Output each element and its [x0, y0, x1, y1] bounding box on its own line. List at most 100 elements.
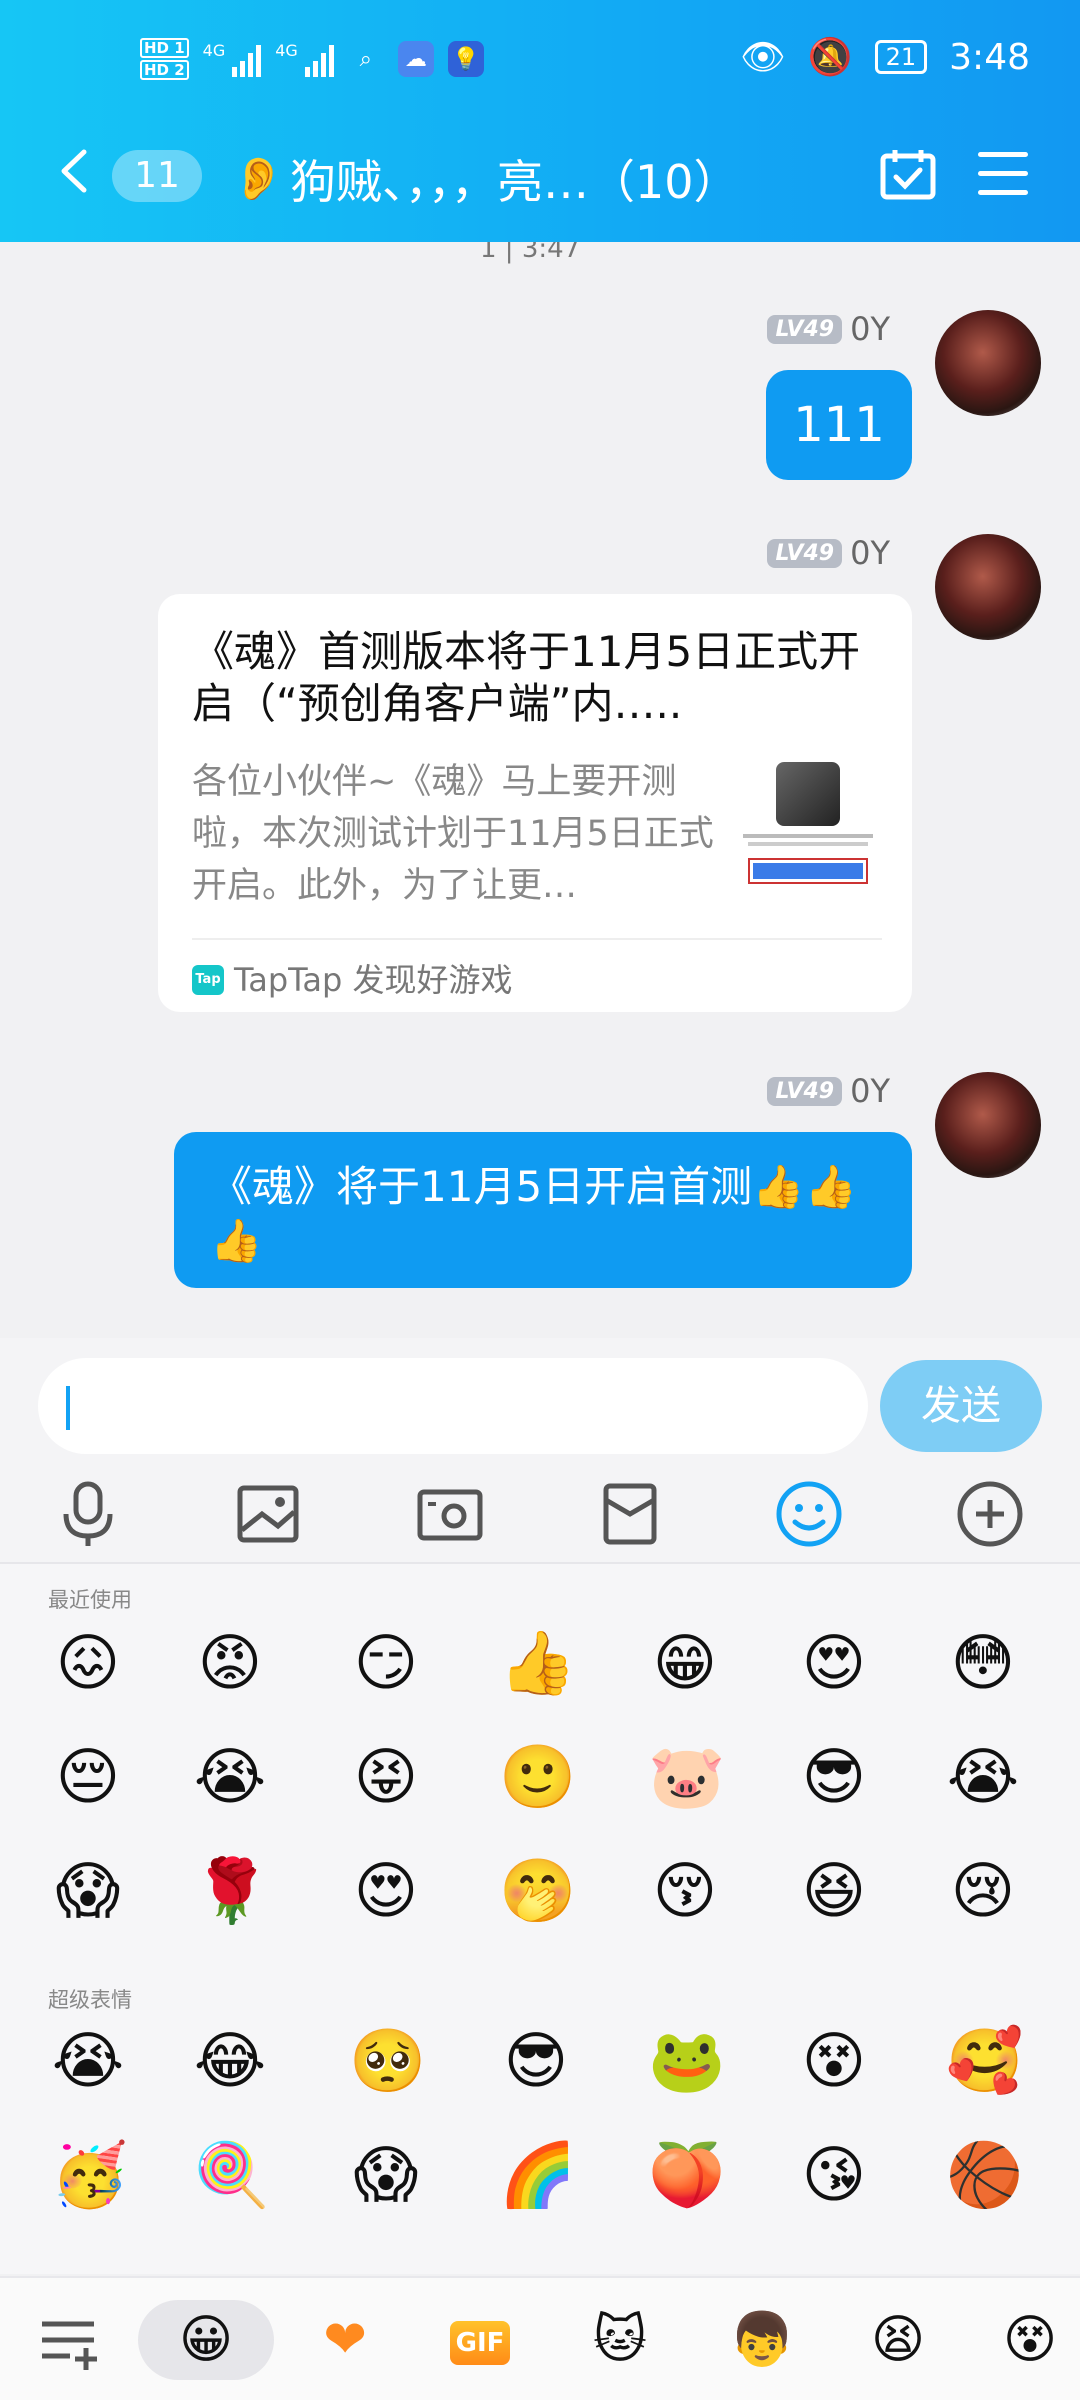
message-bubble[interactable]: 《魂》将于11月5日开启首测👍👍👍 — [174, 1132, 912, 1288]
emoji-item[interactable]: 😂 — [193, 2024, 267, 2098]
avatar[interactable] — [935, 534, 1041, 640]
chat-area[interactable]: 1 | 3:47 LV49 0Y 111 LV49 0Y 《魂》首测版本将于11… — [0, 242, 1080, 1338]
emoji-item[interactable]: 😡 — [193, 1626, 267, 1700]
emoji-item[interactable]: 😆 — [797, 1854, 871, 1928]
gif-icon: GIF — [450, 2321, 510, 2365]
emoji-item[interactable]: 😵 — [797, 2024, 871, 2098]
message-input[interactable] — [38, 1358, 868, 1454]
message-bubble[interactable]: 111 — [766, 370, 912, 480]
emoji-item[interactable]: 😭 — [51, 2024, 125, 2098]
gif-tab[interactable]: GIF — [440, 2300, 520, 2380]
red-packet-icon[interactable] — [594, 1478, 666, 1550]
emoji-item[interactable]: 🐸 — [648, 2024, 725, 2098]
heart-icon[interactable]: ❤ — [305, 2300, 385, 2380]
cat-icon[interactable]: 🐱 — [580, 2300, 660, 2380]
emoji-item[interactable]: 😔 — [51, 1740, 125, 1814]
emoji-item[interactable]: 😘 — [797, 2138, 871, 2212]
chat-title[interactable]: 狗贼、，，，亮…（10） — [290, 146, 740, 212]
emoji-item[interactable]: 😱 — [51, 1854, 125, 1928]
level-badge: LV49 — [767, 314, 843, 344]
text-cursor — [66, 1386, 70, 1430]
emoji-item[interactable]: 🍭 — [193, 2138, 270, 2212]
emoji-tab[interactable]: 😀 — [138, 2300, 274, 2380]
input-bar: 发送 — [0, 1338, 1080, 1468]
sender-name: 0Y — [850, 310, 890, 348]
emoji-item[interactable]: 🥳 — [51, 2138, 128, 2212]
emoji-item[interactable]: 😱 — [349, 2138, 423, 2212]
emoji-item[interactable]: 😏 — [349, 1626, 423, 1700]
plus-icon[interactable] — [954, 1478, 1026, 1550]
section-label-recent: 最近使用 — [48, 1588, 132, 1612]
emoji-item[interactable]: 🌈 — [499, 2138, 576, 2212]
sender-name: 0Y — [850, 1072, 890, 1110]
emoji-item[interactable]: 😎 — [499, 2024, 573, 2098]
avatar[interactable] — [935, 1072, 1041, 1178]
divider — [192, 938, 882, 940]
image-icon[interactable] — [232, 1478, 304, 1550]
camera-icon[interactable] — [414, 1478, 486, 1550]
nav-row: 11 👂 狗贼、，，，亮…（10） — [0, 130, 1080, 220]
menu-icon[interactable] — [978, 152, 1028, 198]
emoji-panel[interactable]: 最近使用 😖 😡 😏 👍 😁 😍 😳 😔 😭 😝 🙂 🐷 😎 😭 😱 🌹 😍 🤭 😚 😆 😢 超级表情 😭 😂 🥺 😎 🐸 😵 🥰 🥳… — [0, 1564, 1080, 2274]
emoji-item[interactable]: 🍑 — [648, 2138, 725, 2212]
emoji-item[interactable]: 😍 — [349, 1854, 423, 1928]
send-button[interactable]: 发送 — [880, 1360, 1042, 1452]
signal-icon-2: 4G — [275, 41, 334, 77]
emoji-item[interactable]: 😝 — [349, 1740, 423, 1814]
emoji-item[interactable]: 🐷 — [648, 1740, 725, 1814]
level-badge: LV49 — [767, 1076, 843, 1106]
rage-face-icon[interactable]: 😫 — [858, 2300, 938, 2380]
emoji-icon[interactable] — [773, 1478, 845, 1550]
boy-icon[interactable]: 👦 — [722, 2300, 802, 2380]
emoji-item[interactable]: 😭 — [946, 1740, 1020, 1814]
card-title: 《魂》首测版本将于11月5日正式开启（“预创角客户端”内….. — [192, 627, 861, 728]
avatar[interactable] — [935, 310, 1041, 416]
card-description: 各位小伙伴~《魂》马上要开测啦，本次测试计划于11月5日正式开启。此外，为了让更… — [192, 762, 714, 906]
mute-bell-icon: 🔕 — [807, 37, 853, 78]
cloud-icon: ☁ — [397, 41, 434, 77]
card-source: Tap TapTap 发现好游戏 — [192, 950, 513, 1010]
emoji-item[interactable]: 😭 — [193, 1740, 267, 1814]
emoji-item[interactable]: 😁 — [648, 1626, 722, 1700]
bulb-icon: 💡 — [447, 41, 484, 77]
emoji-item[interactable]: 🙂 — [499, 1740, 576, 1814]
section-label-super: 超级表情 — [48, 1988, 132, 2012]
sender-meta: LV49 0Y — [767, 534, 890, 572]
emoji-item[interactable]: 👍 — [499, 1626, 576, 1700]
calendar-check-icon[interactable] — [880, 148, 936, 200]
search-icon: ⌕ — [359, 46, 372, 72]
sender-meta: LV49 0Y — [767, 1072, 890, 1110]
emoji-item[interactable]: 😳 — [946, 1626, 1020, 1700]
emoji-item[interactable]: 🥺 — [349, 2024, 426, 2098]
top-bar: HD 1 HD 2 4G 4G ⌕ ☁ 💡 👁 🔕 21 3:48 11 👂 狗… — [0, 0, 1080, 242]
tool-row — [0, 1468, 1080, 1564]
status-bar: HD 1 HD 2 4G 4G ⌕ ☁ 💡 👁 🔕 21 3:48 — [0, 30, 1080, 100]
sticker-tabs: 😀 ❤ GIF 🐱 👦 😫 😵 — [0, 2276, 1080, 2400]
emoji-item[interactable]: 😚 — [648, 1854, 722, 1928]
emoji-item[interactable]: 😢 — [946, 1854, 1020, 1928]
sticker-icon[interactable]: 😵 — [990, 2300, 1070, 2380]
card-thumbnail — [738, 762, 878, 902]
emoji-item[interactable]: 🤭 — [499, 1854, 576, 1928]
sim-indicator: HD 1 HD 2 — [140, 36, 189, 82]
emoji-item[interactable]: 🌹 — [193, 1854, 270, 1928]
emoji-item[interactable]: 😎 — [797, 1740, 871, 1814]
timestamp: 1 | 3:47 — [480, 242, 581, 264]
eye-icon: 👁 — [740, 37, 786, 78]
emoji-item[interactable]: 🥰 — [946, 2024, 1023, 2098]
emoji-item[interactable]: 😍 — [797, 1626, 871, 1700]
unread-badge[interactable]: 11 — [112, 150, 202, 202]
battery-icon: 21 — [874, 40, 928, 74]
list-add-icon[interactable] — [30, 2300, 110, 2380]
emoji-item[interactable]: 🏀 — [946, 2138, 1023, 2212]
level-badge: LV49 — [767, 538, 843, 568]
signal-icon: 4G — [203, 41, 262, 77]
taptap-logo-icon: Tap — [192, 965, 224, 995]
microphone-icon[interactable] — [52, 1478, 124, 1550]
time: 3:48 — [949, 36, 1030, 78]
share-card[interactable]: 《魂》首测版本将于11月5日正式开启（“预创角客户端”内….. 各位小伙伴~《魂… — [158, 594, 912, 1012]
back-arrow-icon[interactable] — [58, 148, 90, 194]
ear-icon: 👂 — [232, 154, 285, 203]
sender-name: 0Y — [850, 534, 890, 572]
emoji-item[interactable]: 😖 — [51, 1626, 125, 1700]
